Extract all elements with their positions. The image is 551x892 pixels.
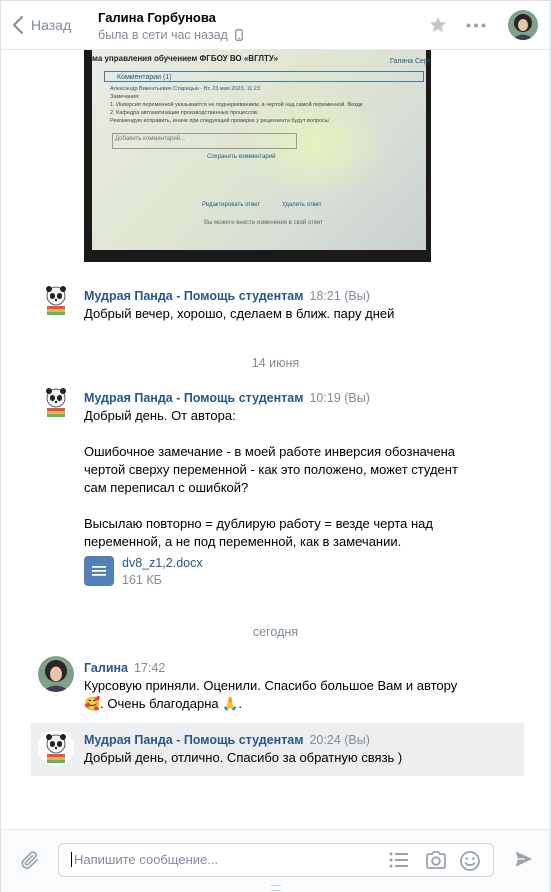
list-icon[interactable] (389, 851, 409, 869)
phone-icon (234, 29, 243, 41)
message-time: 10:19 (Вы) (309, 391, 370, 405)
more-icon[interactable] (466, 23, 486, 28)
contact-name[interactable]: Галина Горбунова (98, 10, 216, 25)
back-button[interactable]: Назад (13, 14, 71, 36)
message-text: Добрый день. От автора: Ошибочное замеча… (84, 408, 458, 549)
day-separator: сегодня (252, 625, 299, 639)
message-text: Добрый день, отлично. Спасибо за обратну… (84, 750, 403, 765)
photo-line: 1. Инверсия переменной указывается не по… (110, 102, 363, 108)
panda-avatar[interactable] (38, 384, 74, 420)
message-author[interactable]: Мудрая Панда - Помощь студентам 18:21 (Вы… (84, 289, 370, 303)
message-time: 20:24 (Вы) (309, 733, 370, 747)
photo-save-link: Сохранить комментарий (207, 154, 276, 160)
user-avatar[interactable] (38, 656, 74, 692)
message-text: Курсовую приняли. Оценили. Спасибо больш… (84, 678, 458, 711)
message-time: 18:21 (Вы) (309, 289, 370, 303)
photo-comment-input: Добавить комментарий... (112, 133, 297, 149)
photo-user: Галина Серг (390, 58, 431, 65)
photo-edit-link: Редактировать ответ (202, 202, 261, 208)
back-chevron-icon (13, 16, 23, 34)
doc-name[interactable]: dv8_z1,2.docx (122, 556, 203, 570)
photo-delete-link: Удалить ответ (282, 202, 322, 208)
resize-grip[interactable] (271, 885, 281, 891)
message-text: Добрый вечер, хорошо, сделаем в ближ. па… (84, 306, 395, 321)
emoji-icon[interactable] (459, 850, 481, 872)
day-separator: 14 июня (251, 356, 300, 370)
doc-attachment[interactable]: dv8_z1,2.docx 161 КБ (84, 556, 284, 590)
back-label: Назад (31, 17, 72, 33)
photo-title: ма управления обучением ФГБОУ ВО «ВГЛТУ» (92, 54, 279, 63)
photo-line: Александр Викентьевич Старицын - Вт. 23 … (110, 86, 260, 92)
message-author[interactable]: Мудрая Панда - Помощь студентам 20:24 (Вы… (84, 733, 370, 747)
star-icon[interactable] (429, 16, 447, 33)
doc-size: 161 КБ (122, 573, 162, 587)
message-input[interactable] (71, 852, 374, 867)
message-composer (1, 829, 550, 892)
avatar[interactable] (508, 10, 538, 40)
photo-line: Замечания: (110, 94, 140, 100)
message-feed[interactable]: ма управления обучением ФГБОУ ВО «ВГЛТУ»… (1, 50, 550, 829)
chat-header: Назад Галина Горбунова была в сети час н… (1, 1, 550, 50)
attach-icon[interactable] (19, 849, 41, 871)
panda-avatar[interactable] (38, 730, 74, 766)
photo-line: Рекомендую исправить, иначе при следующе… (110, 118, 329, 124)
photo-comments-bar: Комментарии (1) (104, 71, 424, 82)
panda-avatar[interactable] (38, 282, 74, 318)
camera-icon[interactable] (425, 850, 447, 870)
contact-status-text: была в сети час назад (98, 28, 228, 42)
document-icon (84, 556, 114, 586)
photo-line: 2. Кафедра автоматизации производственны… (110, 110, 259, 116)
send-icon[interactable] (514, 849, 534, 869)
message-time: 17:42 (134, 661, 166, 675)
chat-window: Назад Галина Горбунова была в сети час н… (0, 0, 551, 892)
photo-note: Вы можете внести изменения в свой ответ (204, 220, 323, 226)
photo-screen: ма управления обучением ФГБОУ ВО «ВГЛТУ»… (92, 50, 430, 250)
message-author[interactable]: Галина 17:42 (84, 661, 165, 675)
photo-attachment[interactable]: ма управления обучением ФГБОУ ВО «ВГЛТУ»… (84, 50, 431, 262)
message-author[interactable]: Мудрая Панда - Помощь студентам 10:19 (Вы… (84, 391, 370, 405)
contact-status: была в сети час назад (98, 28, 243, 42)
message-input-box[interactable] (58, 843, 494, 877)
